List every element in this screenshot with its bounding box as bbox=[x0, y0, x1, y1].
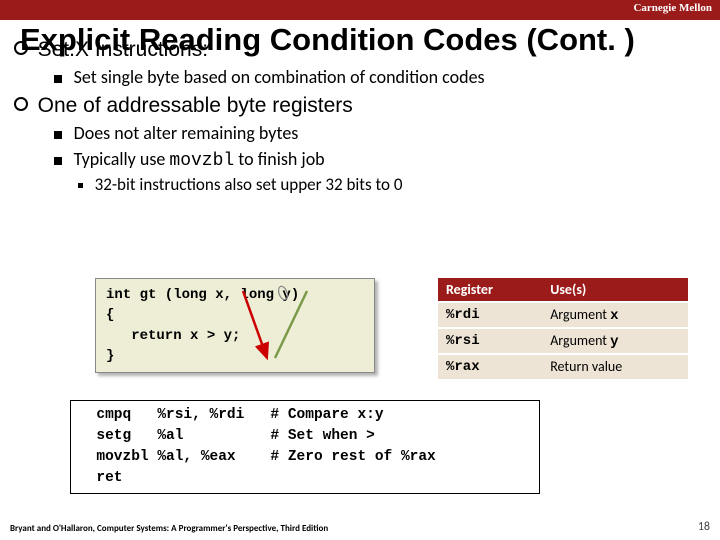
table-header-uses: Use(s) bbox=[542, 278, 688, 302]
subsubbullet-32bit: 32-bit instructions also set upper 32 bi… bbox=[78, 174, 700, 195]
code-line: return x > y; bbox=[106, 328, 240, 344]
use-pre: Argument bbox=[550, 332, 610, 349]
cell-use: Argument x bbox=[542, 302, 688, 328]
code-line: { bbox=[106, 307, 114, 323]
page-number: 18 bbox=[698, 520, 710, 534]
square-bullet-icon bbox=[54, 157, 62, 165]
use-var: y bbox=[610, 334, 618, 350]
cell-register: %rdi bbox=[438, 302, 542, 328]
c-code-box: int gt (long x, long y) { return x > y; … bbox=[95, 278, 375, 373]
code-inline: movzbl bbox=[169, 151, 234, 171]
subbullet-text: Set single byte based on combination of … bbox=[74, 66, 485, 88]
assembly-code-box: cmpq %rsi, %rdi # Compare x:y setg %al #… bbox=[70, 400, 540, 494]
code-line: int gt (long x, long y) bbox=[106, 287, 299, 303]
bullet-addressable: One of addressable byte registers bbox=[14, 94, 700, 118]
cell-register: %rax bbox=[438, 354, 542, 379]
square-bullet-icon bbox=[54, 75, 62, 83]
subbullet-text: Does not alter remaining bytes bbox=[74, 122, 299, 144]
subsubbullet-text: 32-bit instructions also set upper 32 bi… bbox=[95, 174, 403, 195]
subbullet-setx-desc: Set single byte based on combination of … bbox=[54, 66, 700, 88]
brand-label: Carnegie Mellon bbox=[633, 2, 712, 14]
code-line: } bbox=[106, 348, 114, 364]
register-table: Register Use(s) %rdi Argument x %rsi Arg… bbox=[438, 278, 688, 379]
subbullet-text: Typically use movzbl to finish job bbox=[74, 148, 325, 170]
table-row: %rdi Argument x bbox=[438, 302, 688, 328]
footer-citation: Bryant and O'Hallaron, Computer Systems:… bbox=[10, 523, 328, 534]
table-header-register: Register bbox=[438, 278, 542, 302]
cell-use: Return value bbox=[542, 354, 688, 379]
cell-use: Argument y bbox=[542, 328, 688, 354]
bullet-outline-icon bbox=[14, 41, 28, 55]
text-pre: Typically use bbox=[74, 148, 170, 170]
cell-register: %rsi bbox=[438, 328, 542, 354]
use-pre: Return value bbox=[550, 358, 622, 375]
bullet-text: Set.X Instructions: bbox=[38, 38, 208, 61]
slide-content: Explicit Reading Condition Codes (Cont. … bbox=[0, 22, 720, 195]
bullet-setx: Set.X Instructions: bbox=[14, 38, 700, 62]
table-row: %rax Return value bbox=[438, 354, 688, 379]
table-row: %rsi Argument y bbox=[438, 328, 688, 354]
small-square-bullet-icon bbox=[78, 183, 83, 188]
use-var: x bbox=[610, 308, 618, 324]
subbullet-noalter: Does not alter remaining bytes bbox=[54, 122, 700, 144]
header-bar: Carnegie Mellon bbox=[0, 0, 720, 20]
bullet-text: One of addressable byte registers bbox=[38, 94, 353, 117]
bullet-outline-icon bbox=[14, 97, 28, 111]
text-post: to finish job bbox=[234, 148, 324, 170]
use-pre: Argument bbox=[550, 306, 610, 323]
subbullet-movzbl: Typically use movzbl to finish job bbox=[54, 148, 700, 171]
square-bullet-icon bbox=[54, 131, 62, 139]
